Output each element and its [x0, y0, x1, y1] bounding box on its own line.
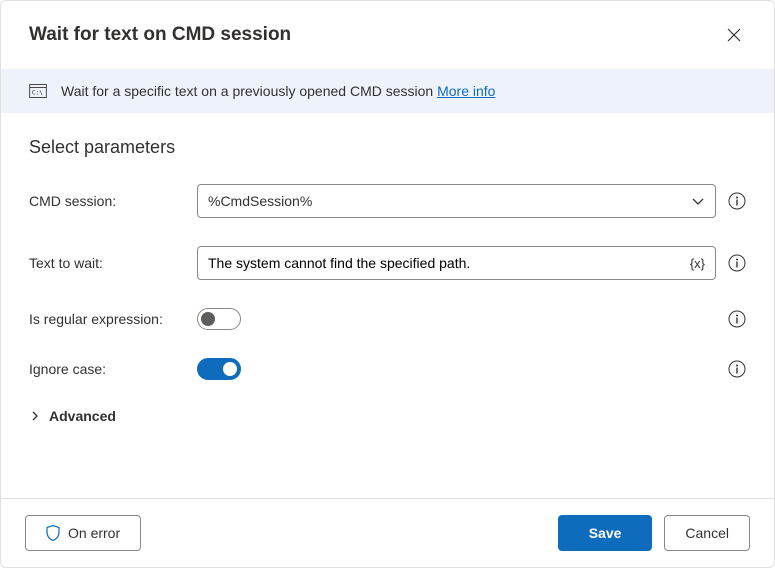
- info-icon[interactable]: [728, 192, 746, 210]
- row-cmd-session: CMD session: %CmdSession%: [29, 184, 746, 218]
- text-to-wait-input-wrapper: {x}: [197, 246, 716, 280]
- chevron-right-icon: [29, 410, 41, 422]
- label-text-to-wait: Text to wait:: [29, 255, 197, 271]
- cancel-button[interactable]: Cancel: [664, 515, 750, 551]
- dialog-header: Wait for text on CMD session: [1, 1, 774, 69]
- close-button[interactable]: [718, 19, 750, 51]
- on-error-button[interactable]: On error: [25, 515, 141, 551]
- dialog-content: Select parameters CMD session: %CmdSessi…: [1, 113, 774, 498]
- section-title: Select parameters: [29, 137, 746, 158]
- more-info-link[interactable]: More info: [437, 83, 495, 99]
- info-banner: C:\ Wait for a specific text on a previo…: [1, 69, 774, 113]
- save-button[interactable]: Save: [558, 515, 653, 551]
- is-regex-toggle[interactable]: [197, 308, 241, 330]
- shield-icon: [46, 525, 60, 541]
- ignore-case-toggle[interactable]: [197, 358, 241, 380]
- banner-text: Wait for a specific text on a previously…: [61, 83, 495, 99]
- cmd-icon: C:\: [29, 84, 47, 98]
- footer-right: Save Cancel: [558, 515, 750, 551]
- text-to-wait-input[interactable]: [208, 255, 684, 271]
- dialog-title: Wait for text on CMD session: [29, 24, 291, 46]
- svg-text:C:\: C:\: [32, 90, 43, 97]
- label-cmd-session: CMD session:: [29, 193, 197, 209]
- dialog-footer: On error Save Cancel: [1, 498, 774, 567]
- row-is-regex: Is regular expression:: [29, 308, 746, 330]
- advanced-section-toggle[interactable]: Advanced: [29, 408, 746, 424]
- info-icon[interactable]: [728, 254, 746, 272]
- close-icon: [727, 28, 741, 42]
- info-icon[interactable]: [728, 310, 746, 328]
- variable-token-button[interactable]: {x}: [690, 256, 705, 271]
- label-ignore-case: Ignore case:: [29, 361, 197, 377]
- cmd-session-select[interactable]: %CmdSession%: [197, 184, 716, 218]
- dialog-wait-for-text: Wait for text on CMD session C:\ Wait fo…: [0, 0, 775, 568]
- info-icon[interactable]: [728, 360, 746, 378]
- advanced-label: Advanced: [49, 408, 116, 424]
- row-ignore-case: Ignore case:: [29, 358, 746, 380]
- cmd-session-value: %CmdSession%: [208, 193, 691, 209]
- label-is-regex: Is regular expression:: [29, 311, 197, 327]
- row-text-to-wait: Text to wait: {x}: [29, 246, 746, 280]
- chevron-down-icon: [691, 194, 705, 208]
